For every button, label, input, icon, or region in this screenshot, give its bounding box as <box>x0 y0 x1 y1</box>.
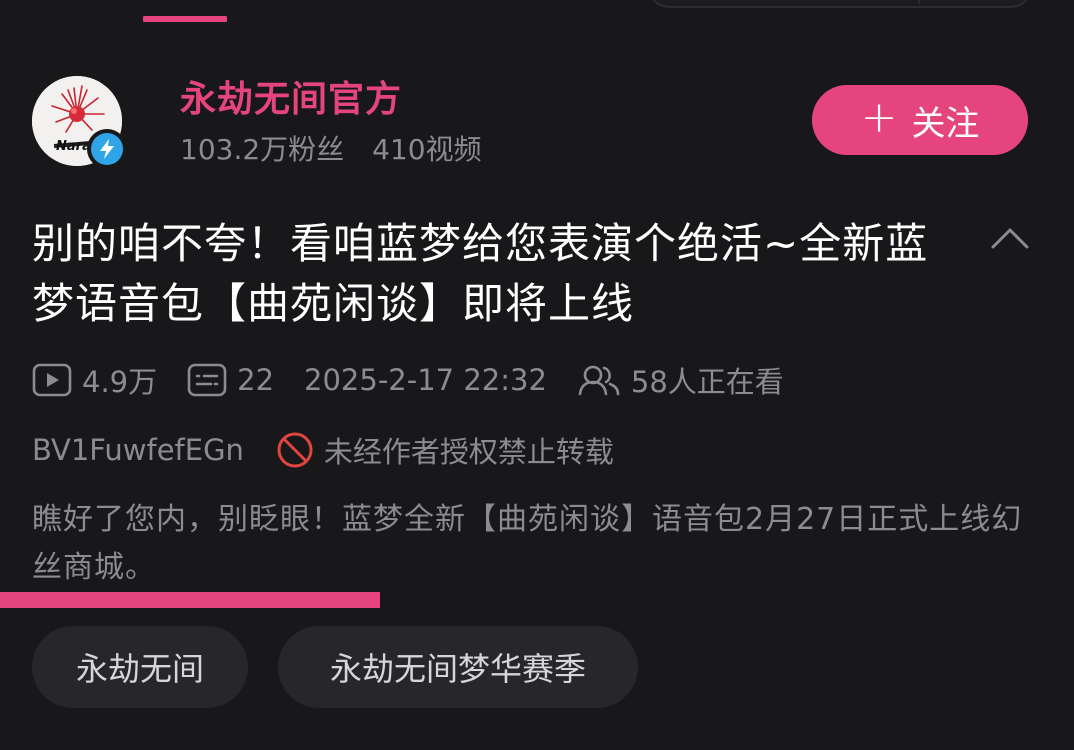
chevron-up-icon[interactable] <box>990 222 1030 252</box>
video-meta: 4.9万 22 2025-2-17 22:32 58人正在看 <box>32 358 784 402</box>
watching-count: 58人正在看 <box>577 359 784 401</box>
verified-badge <box>87 129 127 169</box>
comments-value: 22 <box>237 363 275 397</box>
plus-icon: + <box>860 92 898 143</box>
follow-label: 关注 <box>911 103 980 144</box>
watching-value: 58人正在看 <box>630 365 784 399</box>
bv-id[interactable]: BV1FuwfefEGn <box>32 433 244 467</box>
video-count: 410视频 <box>372 133 482 166</box>
comment-count: 22 <box>187 363 274 397</box>
repost-notice: 未经作者授权禁止转载 <box>276 429 614 471</box>
danmaku-icon <box>187 363 227 397</box>
active-tab-indicator <box>143 16 227 22</box>
author-stats: 103.2万粉丝 410视频 <box>180 130 482 170</box>
author-name[interactable]: 永劫无间官方 <box>180 76 402 124</box>
search-divider <box>918 0 920 4</box>
highlight-underline <box>0 592 380 608</box>
lightning-badge-icon <box>100 139 114 159</box>
publish-date: 2025-2-17 22:32 <box>304 363 547 397</box>
prohibited-icon <box>277 432 313 468</box>
views-value: 4.9万 <box>82 365 158 399</box>
follow-button[interactable]: + 关注 <box>812 85 1028 155</box>
tag-chip[interactable]: 永劫无间梦华赛季 <box>278 626 638 708</box>
tag-chip[interactable]: 永劫无间 <box>32 626 248 708</box>
video-title: 别的咱不夸！看咱蓝梦给您表演个绝活~全新蓝梦语音包【曲苑闲谈】即将上线 <box>32 219 929 328</box>
fans-count: 103.2万粉丝 <box>180 133 345 166</box>
repost-notice-text: 未经作者授权禁止转载 <box>323 435 614 469</box>
bv-row: BV1FuwfefEGn 未经作者授权禁止转载 <box>32 428 614 472</box>
video-description: 瞧好了您内，别眨眼！蓝梦全新【曲苑闲谈】语音包2月27日正式上线幻丝商城。 <box>32 502 1023 585</box>
search-bar[interactable] <box>646 0 1034 8</box>
people-icon <box>578 365 620 396</box>
play-icon <box>32 363 72 397</box>
view-count: 4.9万 <box>32 359 157 401</box>
